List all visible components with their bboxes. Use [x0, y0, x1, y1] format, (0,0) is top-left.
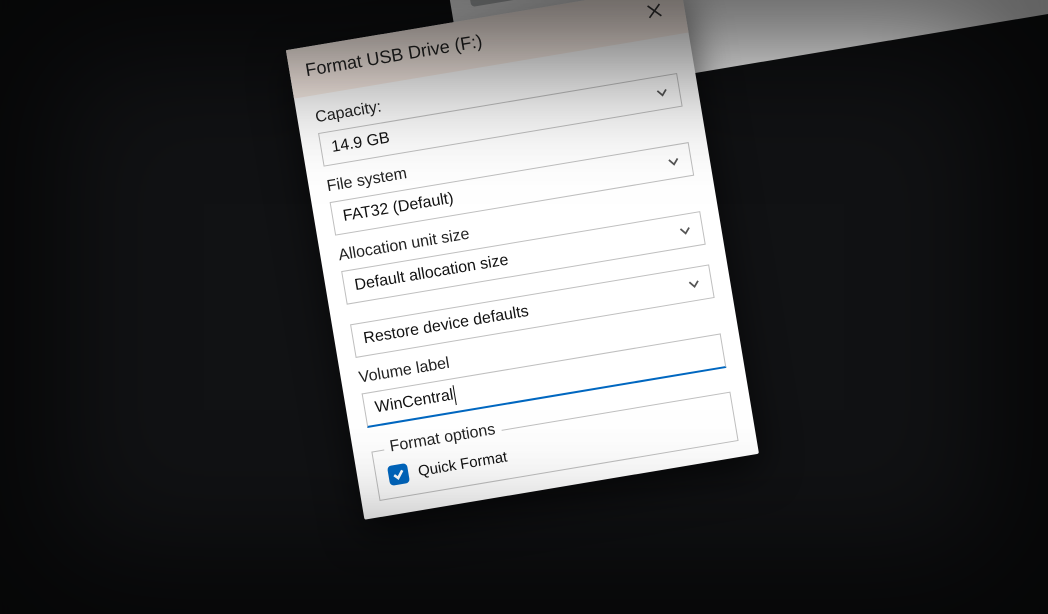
- close-button[interactable]: [637, 0, 673, 28]
- chevron-down-icon: [654, 85, 670, 101]
- chevron-down-icon: [666, 154, 682, 170]
- restore-defaults-label: Restore device defaults: [362, 303, 530, 348]
- checkmark-icon: [390, 466, 406, 482]
- quick-format-checkbox[interactable]: [387, 463, 410, 486]
- filesystem-value: FAT32 (Default): [342, 190, 455, 226]
- chevron-down-icon: [677, 223, 693, 239]
- format-dialog: Format USB Drive (F:) Capacity: 14.9 GB …: [286, 0, 759, 520]
- close-icon: [645, 2, 663, 20]
- quick-format-label: Quick Format: [417, 448, 509, 480]
- chevron-down-icon: [686, 276, 702, 292]
- volume-label-value: WinCentral: [374, 386, 455, 417]
- capacity-value: 14.9 GB: [330, 129, 391, 156]
